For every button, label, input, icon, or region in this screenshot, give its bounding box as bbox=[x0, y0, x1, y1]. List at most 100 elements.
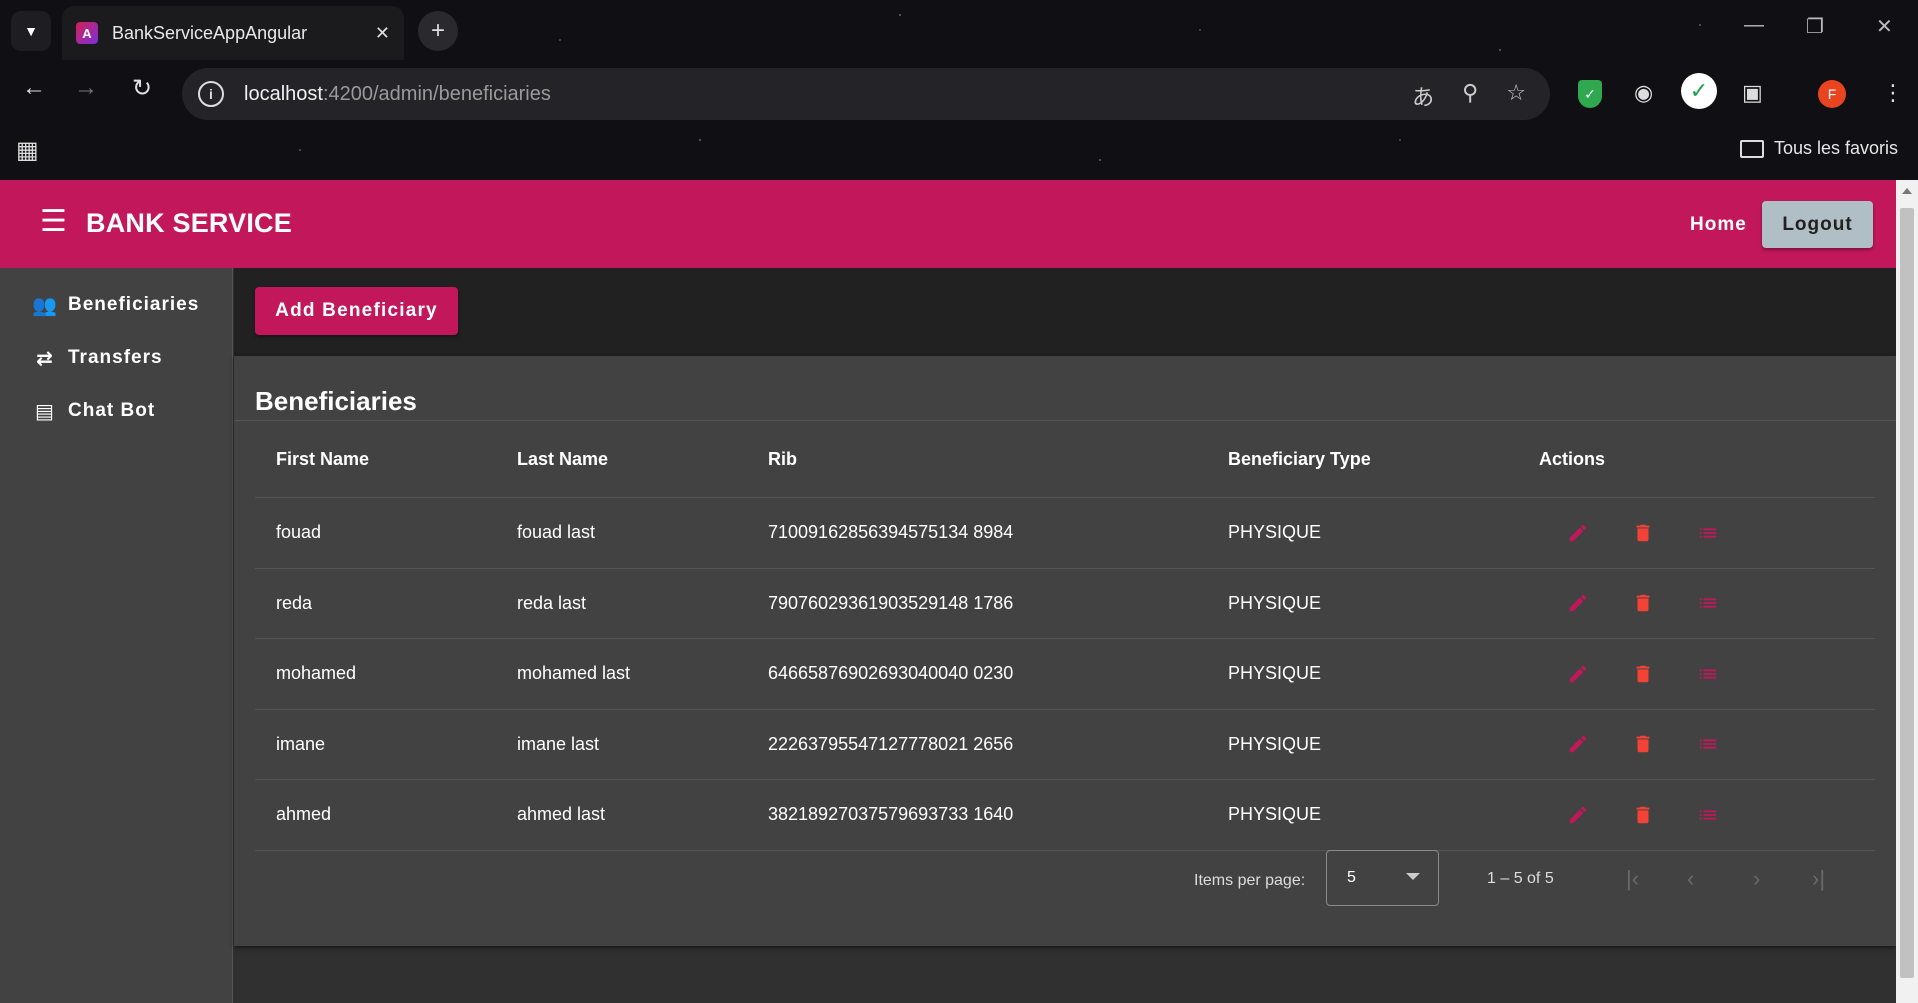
beneficiaries-table: First Name Last Name Rib Beneficiary Typ… bbox=[255, 422, 1875, 851]
tab-search-chevron-icon[interactable]: ▼ bbox=[11, 11, 51, 51]
scrollbar-thumb[interactable] bbox=[1900, 208, 1914, 978]
last-name-cell: imane last bbox=[517, 733, 600, 754]
action-bar: Add Beneficiary bbox=[234, 268, 1896, 356]
folder-icon bbox=[1739, 139, 1764, 158]
url-text[interactable]: localhost:4200/admin/beneficiaries bbox=[244, 83, 551, 106]
chat-icon: ▤ bbox=[35, 400, 55, 423]
delete-trash-icon[interactable] bbox=[1610, 803, 1675, 827]
shield-extension-icon[interactable]: ✓ bbox=[1578, 80, 1602, 108]
address-bar[interactable]: i localhost:4200/admin/beneficiaries あ ⚲… bbox=[182, 68, 1550, 120]
edit-pencil-icon[interactable] bbox=[1545, 522, 1610, 544]
row-actions bbox=[1545, 780, 1740, 850]
details-list-icon[interactable] bbox=[1675, 522, 1740, 544]
minimize-icon[interactable]: — bbox=[1744, 14, 1764, 37]
table-header: First Name Last Name Rib Beneficiary Typ… bbox=[255, 422, 1875, 498]
add-beneficiary-button[interactable]: Add Beneficiary bbox=[255, 287, 458, 335]
camera-extension-icon[interactable]: ◉ bbox=[1634, 80, 1653, 106]
main-content: Add Beneficiary Beneficiaries First Name… bbox=[234, 268, 1896, 1003]
people-icon: 👥 bbox=[32, 294, 58, 317]
column-header[interactable]: Last Name bbox=[517, 422, 608, 497]
column-header[interactable]: First Name bbox=[276, 422, 369, 497]
first-name-cell: imane bbox=[276, 733, 326, 754]
details-list-icon[interactable] bbox=[1675, 592, 1740, 614]
profile-avatar[interactable]: F bbox=[1818, 80, 1846, 108]
table-row: imane imane last 22263795547127778021 2656… bbox=[255, 710, 1875, 780]
column-header[interactable]: Beneficiary Type bbox=[1228, 422, 1371, 497]
beneficiary-type-cell: PHYSIQUE bbox=[1228, 804, 1322, 825]
column-header: Actions bbox=[1539, 449, 1606, 469]
forward-arrow-icon[interactable]: → bbox=[66, 74, 106, 102]
table-body: fouad fouad last 71009162856394575134 8984… bbox=[255, 498, 1875, 851]
sidebar-item-transfers[interactable]: ⇄ Transfers bbox=[32, 343, 163, 373]
details-list-icon[interactable] bbox=[1675, 733, 1740, 755]
hamburger-menu-icon[interactable]: ☰ bbox=[40, 207, 67, 237]
reload-icon[interactable]: ↻ bbox=[122, 74, 162, 103]
close-window-icon[interactable]: ✕ bbox=[1876, 14, 1893, 39]
new-tab-plus-icon[interactable]: + bbox=[418, 11, 458, 51]
apps-grid-icon[interactable]: ▦ bbox=[16, 136, 39, 165]
next-page-icon[interactable]: › bbox=[1753, 866, 1760, 892]
first-name-cell: fouad bbox=[276, 522, 322, 543]
delete-trash-icon[interactable] bbox=[1610, 662, 1675, 686]
angular-favicon-icon: A bbox=[76, 22, 98, 44]
bookmarks-bar: ▦ Tous les favoris bbox=[0, 130, 1918, 170]
translate-icon[interactable]: あ bbox=[1412, 80, 1434, 112]
last-name-cell: mohamed last bbox=[517, 663, 631, 684]
edit-pencil-icon[interactable] bbox=[1545, 733, 1610, 755]
beneficiary-type-cell: PHYSIQUE bbox=[1228, 592, 1322, 613]
details-list-icon[interactable] bbox=[1675, 663, 1740, 685]
extensions-puzzle-icon[interactable]: ▣ bbox=[1742, 80, 1763, 106]
table-row: mohamed mohamed last 64665876902693040040 … bbox=[255, 639, 1875, 710]
rib-cell: 38218927037579693733 1640 bbox=[768, 804, 1014, 825]
first-name-cell: reda bbox=[276, 592, 313, 613]
browser-tab[interactable]: A BankServiceAppAngular ✕ bbox=[62, 6, 404, 60]
browser-menu-icon[interactable]: ⋮ bbox=[1882, 80, 1904, 106]
row-actions bbox=[1545, 498, 1740, 568]
items-per-page-label: Items per page: bbox=[1194, 872, 1306, 889]
sidebar-item-beneficiaries[interactable]: 👥 Beneficiaries bbox=[32, 290, 199, 320]
previous-page-icon[interactable]: ‹ bbox=[1687, 866, 1694, 892]
page-scrollbar[interactable] bbox=[1896, 180, 1918, 1003]
paginator: Items per page: 5 1 – 5 of 5 |‹ ‹ › ›| bbox=[234, 846, 1896, 916]
divider bbox=[234, 420, 1896, 421]
top-toolbar: ☰ BANK SERVICE Home Logout bbox=[0, 180, 1896, 268]
delete-trash-icon[interactable] bbox=[1610, 732, 1675, 756]
restore-icon[interactable]: ❐ bbox=[1806, 14, 1824, 39]
rib-cell: 71009162856394575134 8984 bbox=[768, 522, 1014, 543]
last-name-cell: ahmed last bbox=[517, 804, 606, 825]
home-link[interactable]: Home bbox=[1690, 214, 1747, 236]
page-size-select[interactable]: 5 bbox=[1326, 850, 1439, 906]
edit-pencil-icon[interactable] bbox=[1545, 804, 1610, 826]
bank-service-app: ☰ BANK SERVICE Home Logout 👥 Beneficiari… bbox=[0, 180, 1896, 1003]
first-page-icon[interactable]: |‹ bbox=[1626, 866, 1639, 892]
details-list-icon[interactable] bbox=[1675, 804, 1740, 826]
app-brand: BANK SERVICE bbox=[86, 208, 292, 238]
delete-trash-icon[interactable] bbox=[1610, 521, 1675, 545]
rib-cell: 79076029361903529148 1786 bbox=[768, 592, 1014, 613]
edit-pencil-icon[interactable] bbox=[1545, 592, 1610, 614]
last-page-icon[interactable]: ›| bbox=[1812, 866, 1825, 892]
dropdown-arrow-icon bbox=[1406, 873, 1420, 880]
sidebar-item-chat-bot[interactable]: ▤ Chat Bot bbox=[32, 396, 155, 426]
edit-pencil-icon[interactable] bbox=[1545, 663, 1610, 685]
back-arrow-icon[interactable]: ← bbox=[14, 74, 54, 102]
beneficiary-type-cell: PHYSIQUE bbox=[1228, 522, 1322, 543]
column-header[interactable]: Rib bbox=[768, 422, 797, 497]
row-actions bbox=[1545, 569, 1740, 639]
last-name-cell: fouad last bbox=[517, 522, 596, 543]
bookmark-star-icon[interactable]: ☆ bbox=[1506, 80, 1526, 112]
tab-title: BankServiceAppAngular bbox=[112, 22, 308, 43]
row-actions bbox=[1545, 639, 1740, 709]
logout-button[interactable]: Logout bbox=[1762, 201, 1873, 248]
check-extension-icon[interactable]: ✓ bbox=[1681, 73, 1717, 109]
scroll-up-icon[interactable] bbox=[1902, 188, 1912, 194]
delete-trash-icon[interactable] bbox=[1610, 591, 1675, 615]
beneficiaries-card: Beneficiaries First Name Last Name Rib B… bbox=[234, 356, 1896, 946]
sidebar: 👥 Beneficiaries ⇄ Transfers ▤ Chat Bot bbox=[0, 268, 233, 1003]
close-tab-icon[interactable]: ✕ bbox=[375, 23, 390, 44]
beneficiary-type-cell: PHYSIQUE bbox=[1228, 733, 1322, 754]
all-bookmarks-folder[interactable]: Tous les favoris bbox=[1739, 138, 1898, 159]
zoom-icon[interactable]: ⚲ bbox=[1462, 80, 1478, 112]
site-info-icon[interactable]: i bbox=[198, 81, 224, 107]
rib-cell: 22263795547127778021 2656 bbox=[768, 733, 1014, 754]
